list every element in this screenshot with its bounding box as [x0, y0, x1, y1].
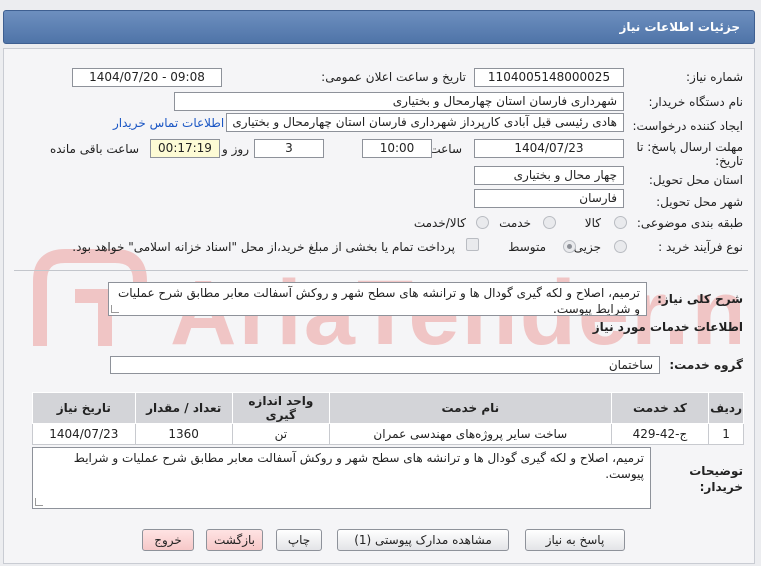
exit-button[interactable]: خروج [142, 529, 194, 551]
row-need-date: 1404/07/23 [32, 423, 136, 445]
process-radio-minor[interactable] [614, 240, 627, 253]
category-option-goods-service: کالا/خدمت [413, 216, 466, 230]
treasury-payment-note: پرداخت تمام یا بخشی از مبلغ خرید،از محل … [72, 240, 455, 254]
city-label: شهر محل تحویل: [656, 195, 743, 209]
buyer-contact-link[interactable]: اطلاعات تماس خریدار [113, 116, 224, 130]
service-group-field[interactable]: ساختمان [110, 356, 660, 374]
row-service-code: ج-42-429 [610, 423, 710, 445]
category-label: طبقه بندی موضوعی: [636, 216, 743, 230]
buyer-notes-label: توضیحات [689, 464, 743, 478]
column-header-unit: واحد اندازه گیری [231, 392, 330, 424]
treasury-payment-checkbox[interactable] [466, 238, 479, 251]
deadline-date-field[interactable]: 1404/07/23 [474, 139, 624, 158]
service-group-label: گروه خدمت: [669, 358, 743, 372]
deadline-label: مهلت ارسال پاسخ: تا [636, 140, 743, 154]
row-unit: تن [231, 423, 330, 445]
creator-field[interactable]: هادی رئیسی قیل آبادی کارپرداز شهرداری فا… [226, 113, 624, 132]
page-title: جزئیات اطلاعات نیاز [619, 20, 740, 34]
remaining-time-field: 00:17:19 [150, 139, 220, 158]
row-index: 1 [708, 423, 744, 445]
process-radio-medium[interactable] [563, 240, 576, 253]
column-header-qty: تعداد / مقدار [134, 392, 233, 424]
services-table: ردیف کد خدمت نام خدمت واحد اندازه گیری ت… [32, 392, 744, 445]
column-header-code: کد خدمت [610, 392, 710, 424]
buyer-notes-textarea[interactable]: ترمیم، اصلاح و لکه گیری گودال ها و ترانش… [32, 447, 651, 509]
days-field[interactable]: 3 [254, 139, 324, 158]
row-service-name: ساخت سایر پروژه‌های مهندسی عمران [328, 423, 612, 445]
back-button[interactable]: بازگشت [206, 529, 263, 551]
print-button[interactable]: چاپ [276, 529, 322, 551]
buyer-notes-text: ترمیم، اصلاح و لکه گیری گودال ها و ترانش… [73, 451, 644, 481]
category-radio-goods-service[interactable] [476, 216, 489, 229]
process-option-minor: جزیی [573, 240, 601, 254]
city-field[interactable]: فارسان [474, 189, 624, 208]
table-row[interactable]: 1 ج-42-429 ساخت سایر پروژه‌های مهندسی عم… [32, 423, 744, 445]
column-header-index: ردیف [708, 392, 744, 424]
table-header-row: ردیف کد خدمت نام خدمت واحد اندازه گیری ت… [32, 392, 744, 424]
page-header: جزئیات اطلاعات نیاز [3, 10, 755, 44]
buyer-org-label: نام دستگاه خریدار: [648, 95, 744, 109]
attachments-button[interactable]: مشاهده مدارک پیوستی (1) [337, 529, 509, 551]
category-option-service: خدمت [499, 216, 531, 230]
resize-handle-icon[interactable] [35, 498, 43, 506]
reply-button[interactable]: پاسخ به نیاز [525, 529, 625, 551]
resize-handle-icon[interactable] [111, 305, 119, 313]
description-textarea[interactable]: ترمیم، اصلاح و لکه گیری گودال ها و ترانش… [108, 282, 647, 316]
row-quantity: 1360 [134, 423, 233, 445]
category-radio-goods[interactable] [614, 216, 627, 229]
deadline-time-field[interactable]: 10:00 [362, 139, 432, 158]
need-number-field[interactable]: 1104005148000025 [474, 68, 624, 87]
category-option-goods: کالا [584, 216, 601, 230]
process-option-medium: متوسط [508, 240, 546, 254]
column-header-date: تاریخ نیاز [32, 392, 136, 424]
deadline-time-label: ساعت [429, 142, 462, 156]
separator-line [14, 270, 748, 271]
days-label: روز و [222, 142, 249, 156]
category-radio-service[interactable] [543, 216, 556, 229]
province-label: استان محل تحویل: [648, 173, 743, 187]
buyer-org-field[interactable]: شهرداری فارسان استان چهارمحال و بختیاری [174, 92, 624, 111]
province-field[interactable]: چهار محال و بختیاری [474, 166, 624, 185]
deadline-label-2: تاریخ: [715, 154, 743, 168]
need-number-label: شماره نیاز: [686, 70, 743, 84]
column-header-name: نام خدمت [328, 392, 612, 424]
description-text: ترمیم، اصلاح و لکه گیری گودال ها و ترانش… [117, 286, 640, 316]
process-label: نوع فرآیند خرید : [658, 240, 743, 254]
remaining-time-label: ساعت باقی مانده [49, 142, 139, 156]
creator-label: ایجاد کننده درخواست: [632, 119, 743, 133]
services-section-title: اطلاعات خدمات مورد نیاز [592, 320, 743, 334]
announce-date-field[interactable]: 1404/07/20 - 09:08 [72, 68, 222, 87]
announce-date-label: تاریخ و ساعت اعلان عمومی: [321, 70, 466, 84]
description-label: شرح کلی نیاز: [657, 292, 743, 306]
buyer-notes-label-2: خریدار: [699, 480, 743, 494]
